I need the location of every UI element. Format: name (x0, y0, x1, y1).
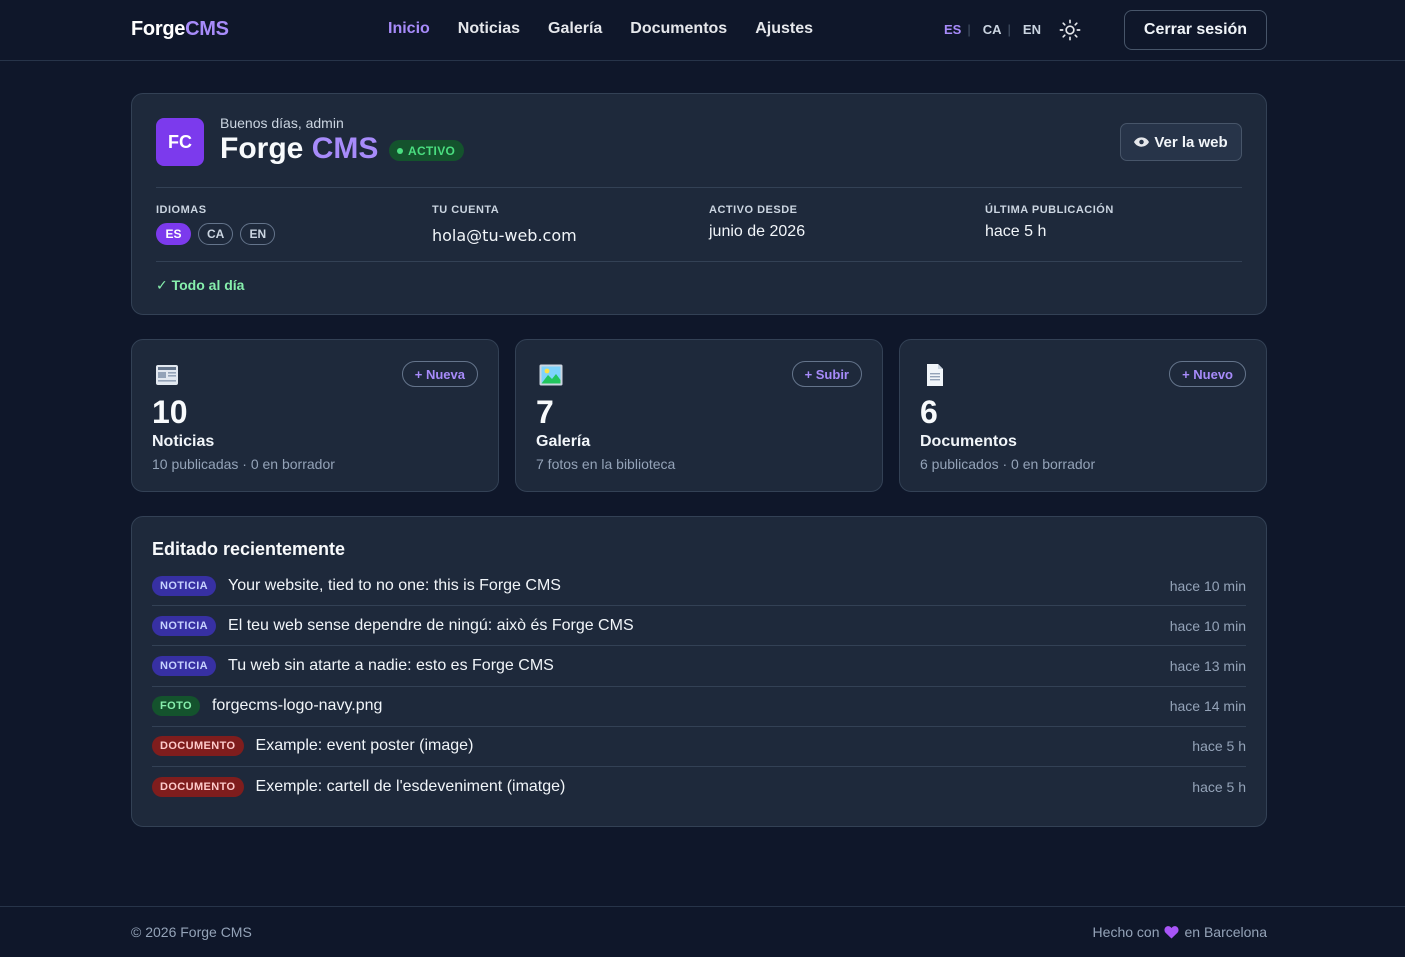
lang-en[interactable]: EN (1023, 22, 1041, 37)
nav-item-inicio[interactable]: Inicio (388, 20, 430, 38)
document-icon (927, 364, 943, 386)
item-time: hace 5 h (1192, 779, 1246, 796)
type-badge: NOTICIA (152, 615, 217, 636)
upload-photo-button[interactable]: + Subir (791, 361, 862, 387)
new-news-button[interactable]: + Nueva (401, 361, 478, 387)
lang-pill-ca[interactable]: CA (198, 223, 234, 245)
stat-card-documents[interactable]: + Nuevo 6 Documentos 6 publicados · 0 en… (899, 339, 1267, 492)
divider (156, 187, 1242, 188)
brand-name-part1: Forge (131, 18, 186, 40)
lang-es[interactable]: ES (944, 22, 961, 37)
account-label: TU CUENTA (432, 204, 500, 216)
stat-card-gallery[interactable]: + Subir 7 Galería 7 fotos en la bibliote… (515, 339, 883, 492)
new-document-button[interactable]: + Nuevo (1169, 361, 1246, 387)
languages-block: IDIOMAS ES CA EN (156, 204, 276, 245)
item-title: El teu web sense dependre de ningú: això… (228, 616, 634, 634)
item-time: hace 14 min (1169, 698, 1246, 715)
up-to-date-status: ✓ Todo al día (156, 277, 245, 293)
recently-edited-card: Editado recientemente NOTICIA Your websi… (131, 516, 1267, 827)
logout-button[interactable]: Cerrar sesión (1124, 10, 1267, 50)
type-badge: DOCUMENTO (152, 736, 244, 757)
made-suffix: en Barcelona (1184, 924, 1267, 940)
nav-item-noticias[interactable]: Noticias (458, 20, 520, 38)
stat-name: Galería (536, 433, 591, 450)
last-publication-label: ÚLTIMA PUBLICACIÓN (985, 204, 1114, 216)
lang-pill-en[interactable]: EN (240, 223, 276, 245)
list-item[interactable]: DOCUMENTO Exemple: cartell de l'esdeveni… (152, 767, 1246, 807)
newspaper-icon (156, 365, 178, 385)
last-publication-block: ÚLTIMA PUBLICACIÓN hace 5 h (985, 204, 1114, 241)
lang-separator: | (1007, 22, 1011, 37)
heart-icon (1164, 926, 1180, 939)
site-avatar: FC (156, 118, 204, 166)
sun-icon[interactable] (1059, 19, 1081, 41)
nav-item-documentos[interactable]: Documentos (630, 20, 727, 38)
picture-icon (539, 364, 563, 386)
item-time: hace 13 min (1169, 657, 1246, 674)
footer: © 2026 Forge CMS Hecho con en Barcelona (0, 906, 1405, 957)
active-since-block: ACTIVO DESDE junio de 2026 (709, 204, 805, 241)
stat-number: 10 (152, 394, 188, 430)
lang-pill-es[interactable]: ES (156, 223, 191, 245)
stat-subtitle: 7 fotos en la biblioteca (536, 456, 676, 472)
account-email: hola@tu-web.com (432, 226, 577, 245)
divider (156, 261, 1242, 262)
list-item[interactable]: NOTICIA Your website, tied to no one: th… (152, 566, 1246, 607)
view-site-button[interactable]: Ver la web (1120, 123, 1242, 161)
item-time: hace 10 min (1169, 577, 1246, 594)
list-item[interactable]: FOTO forgecms-logo-navy.png hace 14 min (152, 687, 1246, 727)
item-title: Example: event poster (image) (255, 737, 474, 755)
lang-separator: | (967, 22, 971, 37)
item-title: Tu web sin atarte a nadie: esto es Forge… (228, 656, 554, 674)
stat-subtitle: 6 publicados · 0 en borrador (920, 456, 1096, 472)
eye-icon (1134, 137, 1150, 147)
language-switcher: ES | CA | EN (944, 22, 1041, 37)
stat-subtitle: 10 publicadas · 0 en borrador (152, 456, 335, 472)
list-item[interactable]: NOTICIA El teu web sense dependre de nin… (152, 606, 1246, 647)
site-title: Forge CMS (220, 132, 378, 166)
type-badge: NOTICIA (152, 575, 217, 596)
stat-number: 6 (920, 394, 938, 430)
site-overview-card: FC Buenos días, admin Forge CMS ACTIVO V… (131, 93, 1267, 315)
greeting-text: Buenos días, admin (220, 115, 344, 131)
site-title-part1: Forge (220, 132, 304, 165)
brand-name-part2: CMS (185, 18, 229, 40)
section-title: Editado recientemente (152, 539, 346, 559)
site-title-part2: CMS (311, 132, 379, 165)
active-since-value: junio de 2026 (709, 223, 806, 240)
nav-item-galeria[interactable]: Galería (548, 20, 602, 38)
item-title: Exemple: cartell de l'esdeveniment (imat… (255, 778, 566, 796)
item-title: Your website, tied to no one: this is Fo… (228, 576, 561, 594)
brand-logo[interactable]: ForgeCMS (131, 18, 229, 41)
view-site-label: Ver la web (1154, 133, 1228, 151)
top-bar: ForgeCMS Inicio Noticias Galería Documen… (0, 0, 1405, 61)
recent-list: NOTICIA Your website, tied to no one: th… (152, 566, 1246, 807)
footer-made-with: Hecho con en Barcelona (1093, 924, 1267, 940)
item-time: hace 5 h (1192, 738, 1246, 755)
nav-item-ajustes[interactable]: Ajustes (755, 20, 813, 38)
item-time: hace 10 min (1169, 617, 1246, 634)
main-nav: Inicio Noticias Galería Documentos Ajust… (388, 20, 813, 38)
type-badge: FOTO (152, 696, 200, 717)
active-since-label: ACTIVO DESDE (709, 204, 798, 216)
status-badge: ACTIVO (389, 140, 465, 161)
lang-ca[interactable]: CA (983, 22, 1002, 37)
item-title: forgecms-logo-navy.png (211, 697, 383, 715)
stat-number: 7 (536, 394, 554, 430)
stat-card-news[interactable]: + Nueva 10 Noticias 10 publicadas · 0 en… (131, 339, 499, 492)
list-item[interactable]: DOCUMENTO Example: event poster (image) … (152, 727, 1246, 767)
stat-name: Documentos (920, 433, 1017, 450)
type-badge: DOCUMENTO (152, 777, 244, 798)
type-badge: NOTICIA (152, 655, 217, 676)
made-prefix: Hecho con (1092, 924, 1160, 940)
status-dot-icon (397, 147, 403, 154)
status-label: ACTIVO (408, 143, 456, 158)
footer-copyright: © 2026 Forge CMS (131, 924, 252, 940)
list-item[interactable]: NOTICIA Tu web sin atarte a nadie: esto … (152, 646, 1246, 687)
stat-name: Noticias (152, 433, 215, 450)
languages-pills: ES CA EN (156, 223, 276, 245)
last-publication-value: hace 5 h (985, 223, 1047, 240)
account-block: TU CUENTA hola@tu-web.com (432, 204, 577, 245)
languages-label: IDIOMAS (156, 204, 207, 216)
